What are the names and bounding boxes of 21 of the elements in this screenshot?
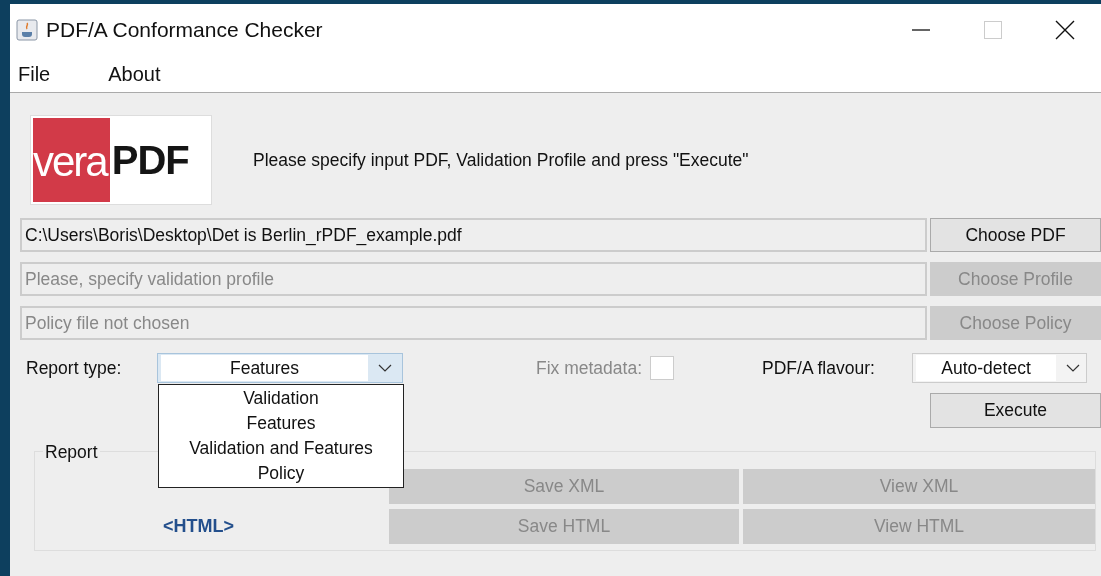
flavour-dropdown[interactable]: Auto-detect	[912, 353, 1088, 383]
chevron-icon	[378, 364, 392, 372]
dropdown-option[interactable]: Validation and Features	[159, 436, 403, 461]
menu-item[interactable]: File	[18, 62, 51, 86]
choose-button[interactable]: Choose PDF	[930, 218, 1101, 252]
format-label: <HTML>	[163, 516, 234, 536]
window-title: PDF/A Conformance Checker	[46, 18, 323, 42]
close-icon[interactable]	[1055, 20, 1075, 40]
group-title: Report	[43, 442, 100, 463]
dropdown-option[interactable]: Features	[159, 411, 403, 436]
execute-button[interactable]: Execute	[930, 393, 1101, 428]
chevron-icon	[1066, 364, 1081, 372]
flavour-label: PDF/A flavour:	[762, 357, 876, 379]
instruction-text: Please specify input PDF, Validation Profile and press "Execute"	[253, 149, 749, 171]
fix-metadata-label: Fix metadata:	[536, 357, 643, 379]
menu-item[interactable]: About	[108, 62, 161, 86]
dropdown-option[interactable]: Validation	[159, 386, 403, 411]
app-icon	[16, 19, 38, 41]
logo: veraPDF	[30, 115, 212, 205]
report-type-label: Report type:	[26, 357, 123, 379]
path-field[interactable]: C:\Users\Boris\Desktop\Det is Berlin_rPDF_example.pdf	[20, 218, 927, 252]
